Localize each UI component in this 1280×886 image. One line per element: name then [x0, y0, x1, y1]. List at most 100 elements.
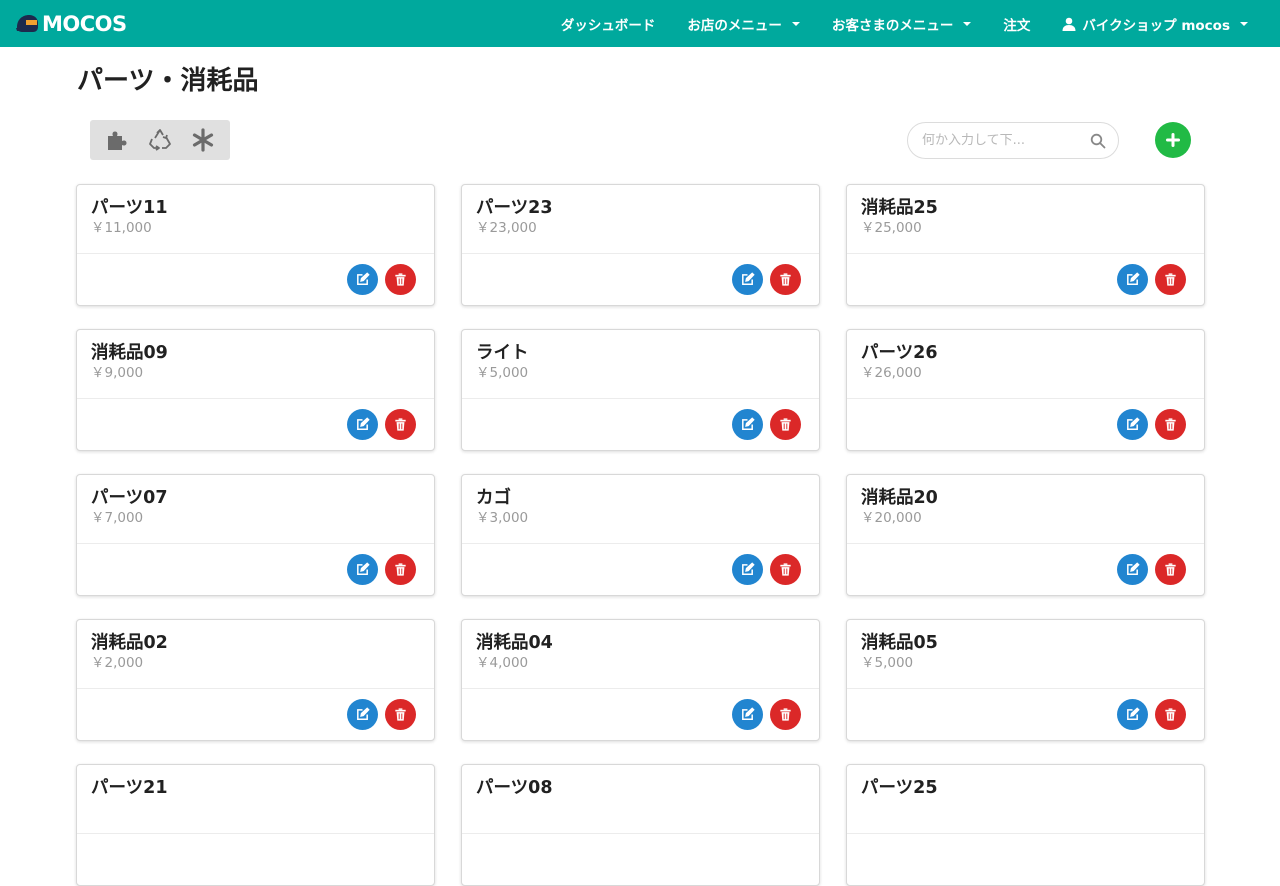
item-price: ￥11,000	[91, 220, 152, 236]
card-actions	[347, 409, 416, 440]
item-card[interactable]: 消耗品20 ￥20,000	[846, 474, 1205, 596]
edit-button[interactable]	[732, 554, 763, 585]
caret-down-icon	[963, 21, 972, 26]
edit-button[interactable]	[347, 264, 378, 295]
card-actions	[347, 699, 416, 730]
nav-item-shop-menu[interactable]: お店のメニュー	[671, 0, 816, 47]
edit-button[interactable]	[1117, 409, 1148, 440]
item-name: 消耗品05	[861, 633, 938, 653]
item-card-grid: パーツ11 ￥11,000 パーツ23 ￥23,000 消耗品25 ￥25,00…	[76, 184, 1206, 886]
item-name: 消耗品02	[91, 633, 168, 653]
card-content: 消耗品05 ￥5,000	[847, 620, 1204, 689]
delete-button[interactable]	[770, 264, 801, 295]
delete-button[interactable]	[385, 554, 416, 585]
edit-icon	[357, 707, 370, 720]
card-content: 消耗品09 ￥9,000	[77, 330, 434, 399]
edit-icon	[742, 272, 755, 285]
plus-icon	[1166, 133, 1180, 147]
trash-icon	[395, 418, 406, 431]
nav-item-orders[interactable]: 注文	[987, 0, 1046, 47]
trash-icon	[395, 273, 406, 286]
item-name: パーツ21	[91, 778, 168, 798]
delete-button[interactable]	[385, 409, 416, 440]
trash-icon	[1165, 563, 1176, 576]
filter-parts-button[interactable]	[97, 120, 137, 160]
item-card[interactable]: パーツ11 ￥11,000	[76, 184, 435, 306]
item-card[interactable]: 消耗品09 ￥9,000	[76, 329, 435, 451]
edit-button[interactable]	[347, 409, 378, 440]
item-price: ￥23,000	[476, 220, 537, 236]
user-icon	[1062, 17, 1076, 31]
edit-icon	[742, 417, 755, 430]
delete-button[interactable]	[1155, 699, 1186, 730]
item-name: パーツ11	[91, 198, 168, 218]
item-card[interactable]: パーツ23 ￥23,000	[461, 184, 820, 306]
search-input[interactable]	[922, 133, 1092, 148]
item-price: ￥3,000	[476, 510, 529, 526]
edit-button[interactable]	[732, 264, 763, 295]
edit-button[interactable]	[1117, 699, 1148, 730]
nav-item-customer-menu[interactable]: お客さまのメニュー	[816, 0, 988, 47]
item-card[interactable]: 消耗品04 ￥4,000	[461, 619, 820, 741]
delete-button[interactable]	[770, 699, 801, 730]
edit-button[interactable]	[347, 554, 378, 585]
delete-button[interactable]	[1155, 409, 1186, 440]
delete-button[interactable]	[1155, 264, 1186, 295]
delete-button[interactable]	[1155, 554, 1186, 585]
card-content: パーツ07 ￥7,000	[77, 475, 434, 544]
trash-icon	[780, 418, 791, 431]
top-navbar: MOCOS ダッシュボード お店のメニュー お客さまのメニュー 注文 バイクショ…	[0, 0, 1280, 47]
item-card[interactable]: パーツ25	[846, 764, 1205, 886]
item-card[interactable]: 消耗品25 ￥25,000	[846, 184, 1205, 306]
item-name: パーツ25	[861, 778, 938, 798]
filter-all-button[interactable]	[183, 120, 223, 160]
item-card[interactable]: 消耗品02 ￥2,000	[76, 619, 435, 741]
caret-down-icon	[1240, 21, 1248, 26]
recycle-icon	[149, 129, 171, 151]
edit-button[interactable]	[732, 699, 763, 730]
nav-item-dashboard[interactable]: ダッシュボード	[545, 0, 672, 47]
edit-button[interactable]	[347, 699, 378, 730]
card-content: 消耗品20 ￥20,000	[847, 475, 1204, 544]
trash-icon	[1165, 273, 1176, 286]
edit-button[interactable]	[1117, 264, 1148, 295]
item-card[interactable]: カゴ ￥3,000	[461, 474, 820, 596]
edit-button[interactable]	[1117, 554, 1148, 585]
item-price: ￥9,000	[91, 365, 144, 381]
card-actions	[1117, 264, 1186, 295]
trash-icon	[780, 708, 791, 721]
card-content: パーツ11 ￥11,000	[77, 185, 434, 254]
item-name: パーツ07	[91, 488, 168, 508]
item-card[interactable]: パーツ26 ￥26,000	[846, 329, 1205, 451]
card-content: パーツ08	[462, 765, 819, 834]
card-content: 消耗品04 ￥4,000	[462, 620, 819, 689]
card-content: 消耗品02 ￥2,000	[77, 620, 434, 689]
edit-button[interactable]	[732, 409, 763, 440]
caret-down-icon	[791, 21, 800, 26]
brand-logo-link[interactable]: MOCOS	[14, 0, 127, 47]
delete-button[interactable]	[770, 409, 801, 440]
nav-item-user-menu[interactable]: バイクショップ mocos	[1046, 0, 1264, 47]
item-name: パーツ23	[476, 198, 553, 218]
brand-name: MOCOS	[42, 11, 127, 36]
search-box	[907, 122, 1119, 159]
asterisk-icon	[192, 128, 213, 152]
item-card[interactable]: ライト ￥5,000	[461, 329, 820, 451]
item-card[interactable]: 消耗品05 ￥5,000	[846, 619, 1205, 741]
delete-button[interactable]	[385, 699, 416, 730]
item-price: ￥5,000	[476, 365, 529, 381]
filter-consumables-button[interactable]	[140, 120, 180, 160]
add-item-button[interactable]	[1155, 122, 1191, 158]
item-card[interactable]: パーツ21	[76, 764, 435, 886]
card-actions	[732, 554, 801, 585]
trash-icon	[1165, 708, 1176, 721]
delete-button[interactable]	[385, 264, 416, 295]
edit-icon	[742, 562, 755, 575]
delete-button[interactable]	[770, 554, 801, 585]
item-card[interactable]: パーツ07 ￥7,000	[76, 474, 435, 596]
nav-item-label: 注文	[1003, 17, 1031, 34]
item-card[interactable]: パーツ08	[461, 764, 820, 886]
item-price: ￥7,000	[91, 510, 144, 526]
search-icon[interactable]	[1090, 133, 1106, 149]
card-actions	[1117, 409, 1186, 440]
